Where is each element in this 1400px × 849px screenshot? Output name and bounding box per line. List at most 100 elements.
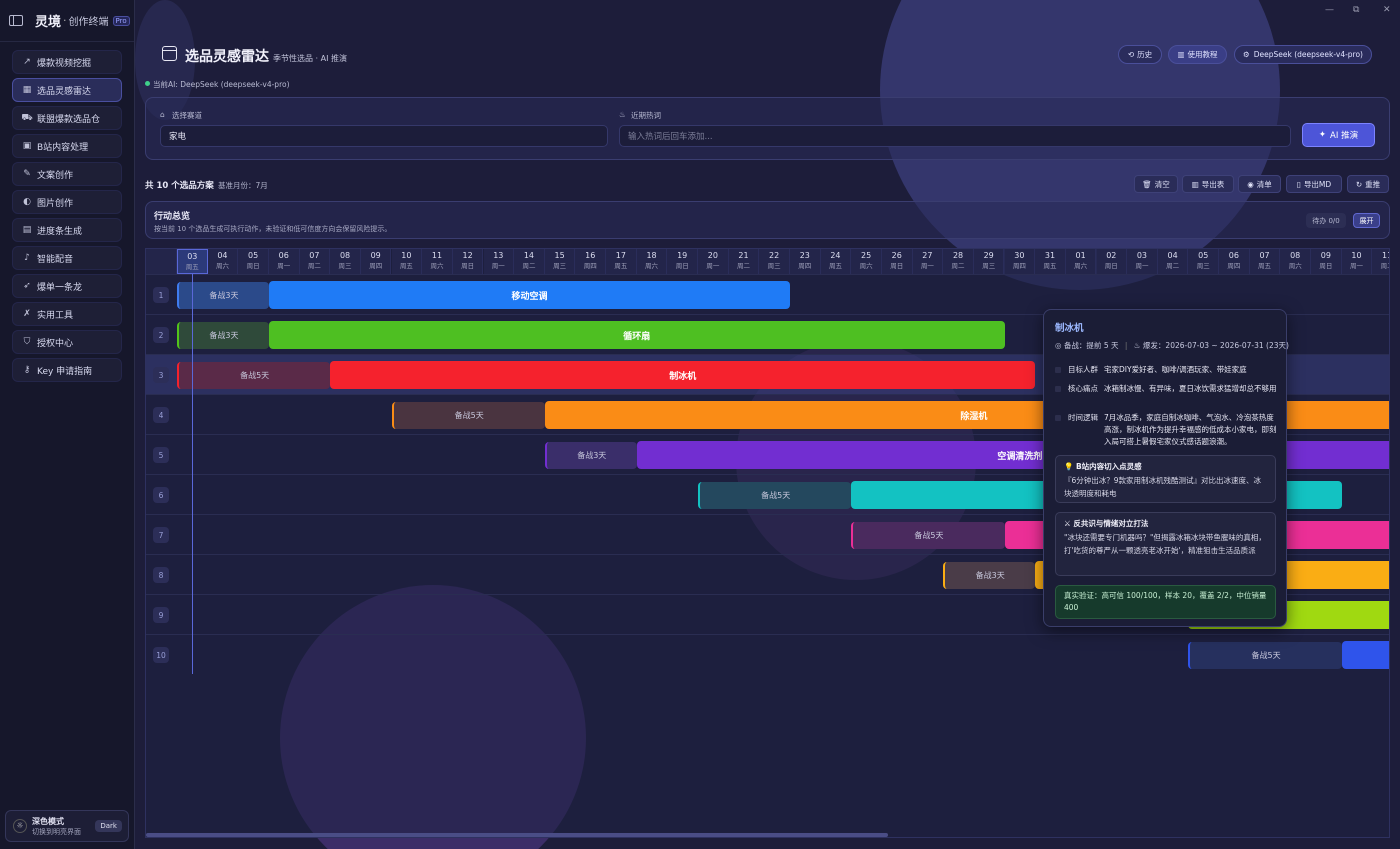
expand-button[interactable]: 展开	[1353, 213, 1380, 228]
prep-bar[interactable]: 备战5天	[851, 522, 1005, 549]
logo-separator: ·	[63, 14, 67, 27]
sidebar-item[interactable]: ↗ 爆款视频挖掘	[12, 50, 122, 74]
date-day: 06	[278, 251, 289, 260]
wrench-icon: ✗	[23, 309, 31, 319]
date-weekday: 周三	[982, 262, 996, 270]
gantt-row[interactable]: 10 备战5天	[146, 634, 1389, 674]
contrarian-box: ⚔ 反共识与情绪对立打法 "冰块还需要专门机器吗？"但揭露冰箱冰块带鱼腥味的真相…	[1055, 512, 1276, 576]
prep-bar[interactable]: 备战3天	[943, 562, 1036, 589]
gantt-row[interactable]: 1 备战3天 移动空调	[146, 274, 1389, 314]
row-number: 7	[153, 527, 169, 543]
date-day: 15	[554, 251, 565, 260]
date-header-cell: 13 周一	[483, 249, 515, 274]
track-select[interactable]: 家电	[160, 125, 608, 147]
trash-icon: 🗑	[1142, 179, 1152, 189]
date-day: 02	[1106, 251, 1117, 260]
sidebar-item[interactable]: ⚷ Key 申请指南	[12, 358, 122, 382]
sidebar-toggle-icon[interactable]	[9, 15, 23, 26]
export-md-button[interactable]: ▯ 导出MD	[1286, 175, 1342, 193]
swords-icon: ⚔	[1064, 519, 1071, 528]
prep-bar[interactable]: 备战5天	[391, 402, 545, 429]
prep-bar[interactable]: 备战5天	[177, 362, 331, 389]
list-button[interactable]: ◉ 清单	[1238, 175, 1281, 193]
prep-bar[interactable]: 备战5天	[1188, 642, 1342, 669]
box1-body: 『6分钟出冰？9款家用制冰机残酷测试』对比出冰速度、冰块透明度和耗电	[1064, 476, 1262, 498]
date-header-cell: 04 周六	[207, 249, 239, 274]
sidebar-item[interactable]: ⛟ 联盟爆款选品仓	[12, 106, 122, 130]
tutorial-button[interactable]: ▥ 使用教程	[1168, 45, 1227, 64]
prep-bar[interactable]: 备战3天	[177, 322, 269, 349]
prep-bar[interactable]: 备战3天	[177, 282, 269, 309]
film-icon: ▤	[22, 225, 32, 235]
date-header-cell: 09 周日	[1311, 249, 1342, 274]
maximize-button[interactable]: ⧉	[1353, 5, 1359, 15]
date-day: 21	[738, 251, 749, 260]
export-md-label: 导出MD	[1303, 179, 1332, 189]
sidebar-item[interactable]: ◐ 图片创作	[12, 190, 122, 214]
tooltip-value: 冰箱制冰慢、有异味，夏日冰饮需求猛增却总不够用	[1104, 384, 1277, 393]
date-weekday: 周六	[645, 262, 659, 270]
app-logo: 灵境	[35, 15, 62, 30]
date-day: 05	[1198, 251, 1209, 260]
model-button[interactable]: ⚙ DeepSeek (deepseek-v4-pro)	[1234, 45, 1372, 64]
sidebar-item[interactable]: ▤ 进度条生成	[12, 218, 122, 242]
redo-button[interactable]: ↻ 重推	[1347, 175, 1389, 193]
date-day: 23	[799, 251, 810, 260]
date-header-cell: 26 周日	[881, 249, 913, 274]
horizontal-scrollbar[interactable]	[146, 833, 888, 837]
row-number: 3	[153, 367, 169, 383]
calendar-icon	[162, 46, 177, 61]
flame-icon: ♨	[1133, 341, 1141, 350]
date-header-cell: 30 周四	[1004, 249, 1036, 274]
ai-status: 当前AI: DeepSeek (deepseek-v4-pro)	[153, 80, 290, 89]
sidebar-item[interactable]: ♪ 智能配音	[12, 246, 122, 270]
sidebar-item[interactable]: ▦ 选品灵感雷达	[12, 78, 122, 102]
sidebar-item[interactable]: ✗ 实用工具	[12, 302, 122, 326]
date-day: 03	[187, 252, 198, 261]
sidebar-item-label: 授权中心	[37, 338, 74, 349]
gantt-corner	[146, 249, 177, 274]
date-day: 28	[952, 251, 964, 260]
trend-icon: ↗	[23, 57, 31, 67]
close-button[interactable]: ✕	[1383, 5, 1391, 15]
date-day: 09	[370, 251, 381, 260]
history-button[interactable]: ⟲ 历史	[1118, 45, 1162, 64]
date-weekday: 周日	[461, 262, 475, 270]
boom-bar[interactable]: 制冰机	[330, 361, 1036, 389]
boom-bar[interactable]: 移动空调	[268, 281, 790, 309]
export-table-button[interactable]: ▥ 导出表	[1182, 175, 1234, 193]
date-header-cell: 22 周三	[759, 249, 790, 274]
date-weekday: 周一	[706, 262, 720, 270]
sidebar-item[interactable]: ⛉ 授权中心	[12, 330, 122, 354]
boom-bar[interactable]	[1341, 641, 1389, 669]
date-header-cell: 21 周二	[728, 249, 760, 274]
date-day: 19	[677, 251, 688, 260]
clear-button[interactable]: 🗑 清空	[1134, 175, 1178, 193]
sidebar-item-label: 实用工具	[37, 310, 74, 321]
date-header-cell: 06 周一	[268, 249, 300, 274]
base-month: 基准月份：7月	[218, 181, 268, 190]
date-day: 11	[431, 251, 443, 260]
date-header-cell: 31 周五	[1035, 249, 1066, 274]
minimize-button[interactable]: —	[1325, 5, 1334, 15]
sidebar-item[interactable]: ✎ 文案创作	[12, 162, 122, 186]
date-header-cell: 29 周三	[973, 249, 1005, 274]
sidebar-item-label: 联盟爆款选品仓	[37, 114, 101, 125]
hot-words-input[interactable]: 输入热词后回车添加...	[619, 125, 1291, 147]
bar-chart-icon: ▥	[1191, 179, 1199, 189]
date-weekday: 周五	[185, 263, 199, 271]
date-header-cell: 09 周四	[360, 249, 392, 274]
date-day: 12	[462, 251, 473, 260]
prep-bar[interactable]: 备战3天	[544, 442, 637, 469]
ai-infer-label: AI 推演	[1330, 131, 1359, 141]
date-day: 04	[217, 251, 228, 260]
boom-bar[interactable]: 循环扇	[268, 321, 1005, 349]
date-header-cell: 14 周二	[514, 249, 545, 274]
sidebar-item[interactable]: ➶ 爆单一条龙	[12, 274, 122, 298]
ai-infer-button[interactable]: ✦ AI 推演	[1302, 123, 1375, 147]
sidebar-item[interactable]: ▣ B站内容处理	[12, 134, 122, 158]
palette-icon: ◐	[23, 197, 31, 207]
theme-toggle[interactable]: ☼ 深色模式 切换到明亮界面 Dark	[5, 810, 129, 842]
prep-bar[interactable]: 备战5天	[698, 482, 852, 509]
date-header-cell: 05 周三	[1188, 249, 1220, 274]
